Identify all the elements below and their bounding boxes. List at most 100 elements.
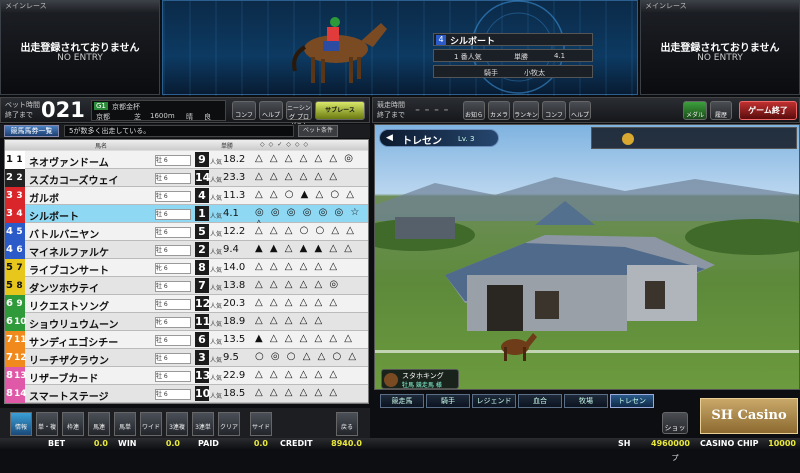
- horse-number: 9: [14, 295, 25, 313]
- table-row[interactable]: 6 9 リクエストソング 牡 6 12 人気 20.3 △ △ △ △ △ △: [5, 295, 368, 313]
- history-button[interactable]: 履歴: [710, 101, 732, 120]
- popularity-rank: 6: [195, 332, 209, 347]
- popularity-label: 人気: [210, 375, 223, 382]
- table-row[interactable]: 7 11 サンディエゴシチー 牡 6 6 人気 13.5 ▲ △ △ △ △ △…: [5, 331, 368, 349]
- horse-number: 13: [14, 367, 27, 385]
- table-row[interactable]: 1 1 ネオヴァンドーム 牡 6 9 人気 18.2 △ △ △ △ △ △ ◎: [5, 151, 368, 169]
- popularity-rank: 5: [195, 224, 209, 239]
- bet-type-button[interactable]: 馬連: [88, 412, 110, 436]
- table-row[interactable]: 4 5 バトルバニヤン 牡 6 5 人気 12.2 △ △ △ ○ ○ △ △: [5, 223, 368, 241]
- popularity-label: 人気: [210, 195, 223, 202]
- sh-value: 4960000: [651, 439, 690, 448]
- popularity-rank: 8: [195, 260, 209, 275]
- list-tab[interactable]: 競馬馬券一覧: [4, 125, 59, 137]
- table-row[interactable]: 3 3 ガルボ 牡 6 4 人気 11.3 △ △ ○ ▲ △ ○ △: [5, 187, 368, 205]
- table-row[interactable]: 6 10 ショウリュウムーン 牝 6 11 人気 18.9 △ △ △ △ △: [5, 313, 368, 331]
- bet-type-button[interactable]: ワイド: [140, 412, 162, 436]
- shop-button[interactable]: ショップ: [662, 412, 688, 462]
- notice-bar: 競馬馬券一覧 5が数多く出走している。 ベット条件: [0, 124, 370, 138]
- bet-time-label2: 終了まで: [5, 111, 33, 119]
- bet-condition-button[interactable]: ベット条件: [298, 125, 338, 137]
- table-row[interactable]: 2 2 スズカコーズウェイ 牡 6 14 人気 23.3 △ △ △ △ △ △: [5, 169, 368, 187]
- horse-name-cell: バトルバニヤン: [29, 230, 100, 241]
- stable-tab[interactable]: 競走馬: [380, 394, 424, 408]
- race-surface: 芝: [134, 113, 141, 121]
- bracket-number: 1: [5, 151, 14, 169]
- bet-type-button[interactable]: 枠連: [62, 412, 84, 436]
- stable-tab[interactable]: 牧場: [564, 394, 608, 408]
- location-level: Lv. 3: [458, 135, 475, 143]
- race-distance: 1600m: [150, 112, 175, 120]
- left-no-entry-jp: 出走登録されておりません: [20, 43, 140, 54]
- horse-sex-age: 牡 6: [155, 389, 191, 400]
- bet-type-button[interactable]: 情報: [10, 412, 32, 436]
- horse-name-cell: リーチザクラウン: [29, 356, 109, 367]
- facility-icon[interactable]: [622, 133, 634, 145]
- paid-value: 0.0: [253, 439, 268, 448]
- bet-type-button[interactable]: クリア: [218, 412, 240, 436]
- notice-button[interactable]: お知らせ: [463, 101, 485, 147]
- stable-tab[interactable]: 騎手: [426, 394, 470, 408]
- camera-button[interactable]: カメラ: [488, 101, 510, 120]
- table-row[interactable]: 7 12 リーチザクラウン 牡 6 3 人気 9.5 ○ ◎ ○ △ △ ○ △: [5, 349, 368, 367]
- config-button[interactable]: コンフィグ: [232, 101, 256, 147]
- medal-mode-button[interactable]: メダル: [683, 101, 707, 120]
- back-arrow-icon[interactable]: ◀: [386, 133, 393, 143]
- popularity-rank: 2: [195, 242, 209, 257]
- stable-tab[interactable]: 血合: [518, 394, 562, 408]
- stable-tab[interactable]: レジェンド: [472, 394, 516, 408]
- odds-value: 18.2: [223, 154, 246, 165]
- help-button[interactable]: ヘルプ: [259, 101, 283, 120]
- training-program-button[interactable]: ニーシング プログラム: [286, 101, 312, 130]
- horse-sex-age: 牡 6: [155, 227, 191, 238]
- left-panel-header: メインレース: [1, 1, 159, 12]
- left-no-entry-en: NO ENTRY: [57, 53, 103, 63]
- popularity-rank: 10: [195, 386, 211, 401]
- horse-name-cell: ガルボ: [29, 194, 59, 205]
- end-game-button[interactable]: ゲーム終了: [739, 101, 797, 120]
- horse-sex-age: 牡 6: [155, 371, 191, 382]
- bracket-number: 4: [5, 223, 14, 241]
- popularity-rank: 1: [195, 206, 209, 221]
- table-row[interactable]: 8 14 スマートステージ 牡 6 10 人気 18.5 △ △ △ △ △ △: [5, 385, 368, 403]
- horse-number: 2: [14, 169, 25, 187]
- horse-card[interactable]: スタホキング 牡馬 競走馬 様: [381, 369, 459, 389]
- bet-type-button[interactable]: 馬単: [114, 412, 136, 436]
- table-row[interactable]: 8 13 リザーブカード 牡 6 13 人気 22.9 △ △ △ △ △ △: [5, 367, 368, 385]
- popularity-label: 人気: [210, 339, 223, 346]
- help-right-button[interactable]: ヘルプ: [569, 101, 591, 120]
- race-name: 京都金杯: [112, 103, 140, 111]
- bet-type-button[interactable]: サイド: [250, 412, 272, 436]
- right-no-entry-en: NO ENTRY: [697, 53, 743, 63]
- table-row[interactable]: 4 6 マイネルファルケ 牡 6 2 人気 9.4 ▲ ▲ △ ▲ ▲ △ △: [5, 241, 368, 259]
- credit-label: CREDIT: [280, 439, 313, 448]
- popularity-label: 人気: [210, 303, 223, 310]
- horse-number: 11: [14, 331, 27, 349]
- horse-number: 1: [14, 151, 25, 169]
- table-row[interactable]: 5 7 ライブコンサート 牝 6 8 人気 14.0 △ △ △ △ △ △: [5, 259, 368, 277]
- ranking-button[interactable]: ランキング: [513, 101, 539, 147]
- table-row[interactable]: 3 4 シルボート 牡 6 1 人気 4.1 ◎ ◎ ◎ ◎ ◎ ◎ ☆ △: [5, 205, 368, 229]
- jockey-name: 小牧太: [524, 69, 545, 77]
- bet-type-button[interactable]: 3連単: [192, 412, 214, 436]
- bet-type-button[interactable]: 単・複: [36, 412, 58, 436]
- bracket-number: 8: [5, 385, 14, 403]
- stable-tab[interactable]: トレセン: [610, 394, 654, 408]
- horse-sex-age: 牡 6: [155, 281, 191, 292]
- horse-jockey-image: [292, 17, 387, 83]
- sub-race-button[interactable]: サブレース: [315, 101, 365, 120]
- popularity-label: 人気: [210, 393, 223, 400]
- bet-type-button[interactable]: 戻る: [336, 412, 358, 436]
- odds-value: 9.4: [223, 244, 239, 255]
- horse-avatar-icon: [384, 373, 398, 387]
- horse-sex-age: 牡 6: [155, 245, 191, 256]
- table-row[interactable]: 5 8 ダンツホウテイ 牡 6 7 人気 13.8 △ △ △ △ △ ◎: [5, 277, 368, 295]
- prediction-marks: △ △ △ ○ ○ △ △: [255, 225, 356, 236]
- config-right-button[interactable]: コンフィグ: [542, 101, 566, 147]
- bracket-number: 7: [5, 349, 14, 367]
- horse-number: 5: [14, 223, 25, 241]
- bet-type-button[interactable]: 3連複: [166, 412, 188, 436]
- prediction-marks: △ △ △ △ △ △: [255, 387, 340, 398]
- horse-name-cell: ライブコンサート: [29, 266, 109, 277]
- bracket-number: 3: [5, 187, 14, 205]
